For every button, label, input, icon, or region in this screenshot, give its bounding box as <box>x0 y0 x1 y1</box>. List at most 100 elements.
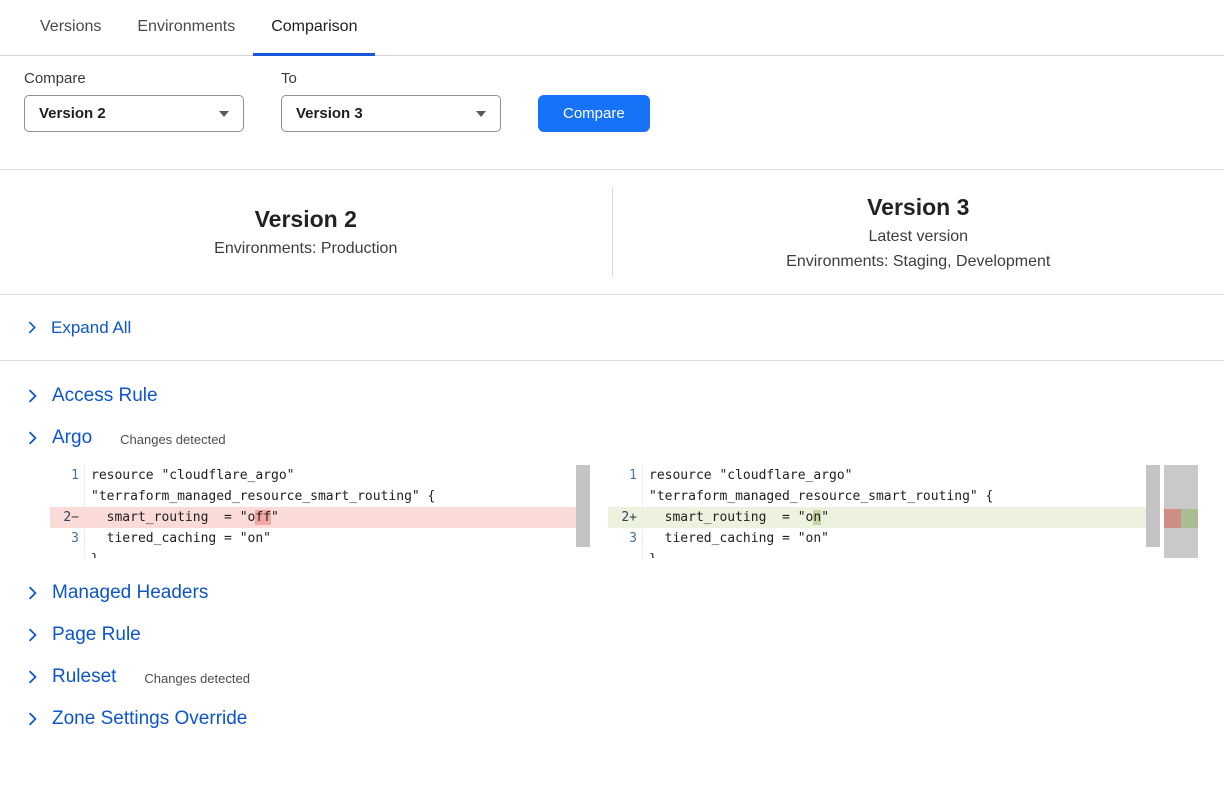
compare-button[interactable]: Compare <box>538 95 650 132</box>
line-number: 2+ <box>608 507 642 528</box>
code-text: resource "cloudflare_argo" <box>91 468 295 483</box>
chevron-right-icon <box>27 628 38 642</box>
code-text: "terraform_managed_resource_smart_routin… <box>649 489 993 504</box>
deleted-mark <box>1164 509 1181 528</box>
tab-comparison[interactable]: Comparison <box>253 0 375 56</box>
section-managed-headers[interactable]: Managed Headers <box>0 572 1224 614</box>
code-text: smart_routing = "o <box>649 510 813 525</box>
code-line: tiered_caching = "on" <box>642 528 1160 549</box>
code-line: smart_routing = "on" <box>642 507 1160 528</box>
compare-from-field: Compare Version 2 <box>24 70 244 132</box>
right-version-subtitle: Latest version <box>868 228 968 246</box>
left-diff-scrollbar[interactable] <box>576 465 590 558</box>
section-label: Argo <box>52 427 92 449</box>
line-number: 1 <box>608 465 642 486</box>
compare-form: Compare Version 2 To Version 3 Compare <box>0 56 1224 132</box>
diff-panel-right: 1 resource "cloudflare_argo" "terraform_… <box>608 465 1160 558</box>
section-access-rule[interactable]: Access Rule <box>0 375 1224 417</box>
section-zone-settings-override[interactable]: Zone Settings Override <box>0 698 1224 740</box>
tab-bar: Versions Environments Comparison <box>0 0 1224 56</box>
diff-line: 3 tiered_caching = "on" <box>50 528 590 549</box>
line-number: 3 <box>608 528 642 549</box>
code-text: " <box>271 510 279 525</box>
code-line: } <box>642 549 1160 558</box>
compare-from-value: Version 2 <box>39 105 106 122</box>
line-number: 2− <box>50 507 84 528</box>
diff-line: 1 resource "cloudflare_argo" <box>608 465 1160 486</box>
left-version-environments: Environments: Production <box>214 240 397 258</box>
section-label: Access Rule <box>52 385 158 407</box>
line-number: 3 <box>50 528 84 549</box>
version-comparison-header: Version 2 Environments: Production Versi… <box>0 169 1224 295</box>
chevron-right-icon <box>27 670 38 684</box>
chevron-down-icon <box>476 111 486 117</box>
section-argo[interactable]: Argo Changes detected <box>0 417 1224 459</box>
code-text: } <box>91 552 99 558</box>
line-number: 1 <box>50 465 84 486</box>
diff-line-added: 2+ smart_routing = "on" <box>608 507 1160 528</box>
code-line: smart_routing = "off" <box>84 507 590 528</box>
tab-environments[interactable]: Environments <box>119 0 253 56</box>
compare-to-select[interactable]: Version 3 <box>281 95 501 132</box>
compare-to-field: To Version 3 <box>281 70 501 132</box>
code-text: resource "cloudflare_argo" <box>649 468 853 483</box>
to-label: To <box>281 70 501 87</box>
chevron-right-icon <box>27 431 38 445</box>
diff-line: } <box>50 549 590 558</box>
section-label: Managed Headers <box>52 582 208 604</box>
changes-detected-badge: Changes detected <box>144 668 250 686</box>
code-line: "terraform_managed_resource_smart_routin… <box>642 486 1160 507</box>
section-label: Page Rule <box>52 624 141 646</box>
diff-line: } <box>608 549 1160 558</box>
chevron-right-icon <box>27 321 37 334</box>
code-text: " <box>821 510 829 525</box>
code-text: tiered_caching = "on" <box>649 531 829 546</box>
scrollbar-thumb[interactable] <box>576 465 590 547</box>
section-ruleset[interactable]: Ruleset Changes detected <box>0 656 1224 698</box>
line-number <box>50 486 84 507</box>
diff-line: "terraform_managed_resource_smart_routin… <box>608 486 1160 507</box>
changes-detected-badge: Changes detected <box>120 429 226 447</box>
code-text: "terraform_managed_resource_smart_routin… <box>91 489 435 504</box>
section-page-rule[interactable]: Page Rule <box>0 614 1224 656</box>
code-line: resource "cloudflare_argo" <box>642 465 1160 486</box>
diff-line-deleted: 2− smart_routing = "off" <box>50 507 590 528</box>
section-label: Zone Settings Override <box>52 708 247 730</box>
chevron-right-icon <box>27 389 38 403</box>
code-text: tiered_caching = "on" <box>91 531 271 546</box>
chevron-right-icon <box>27 712 38 726</box>
added-mark <box>1181 509 1198 528</box>
chevron-down-icon <box>219 111 229 117</box>
argo-diff-viewer: 1 resource "cloudflare_argo" "terraform_… <box>50 465 1224 558</box>
diff-line: 3 tiered_caching = "on" <box>608 528 1160 549</box>
code-line: "terraform_managed_resource_smart_routin… <box>84 486 590 507</box>
left-version-title: Version 2 <box>255 206 357 233</box>
tab-versions[interactable]: Versions <box>22 0 119 56</box>
deleted-word: ff <box>255 510 271 525</box>
right-version-environments: Environments: Staging, Development <box>786 253 1050 271</box>
code-text: smart_routing = "o <box>91 510 255 525</box>
diff-line: "terraform_managed_resource_smart_routin… <box>50 486 590 507</box>
compare-from-select[interactable]: Version 2 <box>24 95 244 132</box>
resource-sections: Access Rule Argo Changes detected 1 reso… <box>0 361 1224 740</box>
right-diff-scrollbar[interactable] <box>1146 465 1160 558</box>
diff-panel-left: 1 resource "cloudflare_argo" "terraform_… <box>50 465 590 558</box>
line-number <box>50 549 84 558</box>
version-left-header: Version 2 Environments: Production <box>0 170 612 294</box>
expand-all-button[interactable]: Expand All <box>0 295 1224 361</box>
line-number <box>608 549 642 558</box>
diff-overview-ruler[interactable] <box>1164 465 1198 558</box>
line-number <box>608 486 642 507</box>
code-line: tiered_caching = "on" <box>84 528 590 549</box>
section-label: Ruleset <box>52 666 116 688</box>
compare-to-value: Version 3 <box>296 105 363 122</box>
version-right-header: Version 3 Latest version Environments: S… <box>613 170 1224 294</box>
scrollbar-thumb[interactable] <box>1146 465 1160 547</box>
compare-label: Compare <box>24 70 244 87</box>
expand-all-label: Expand All <box>51 318 131 338</box>
diff-change-mark <box>1164 509 1198 528</box>
diff-line: 1 resource "cloudflare_argo" <box>50 465 590 486</box>
code-line: } <box>84 549 590 558</box>
code-text: } <box>649 552 657 558</box>
right-version-title: Version 3 <box>867 194 969 221</box>
